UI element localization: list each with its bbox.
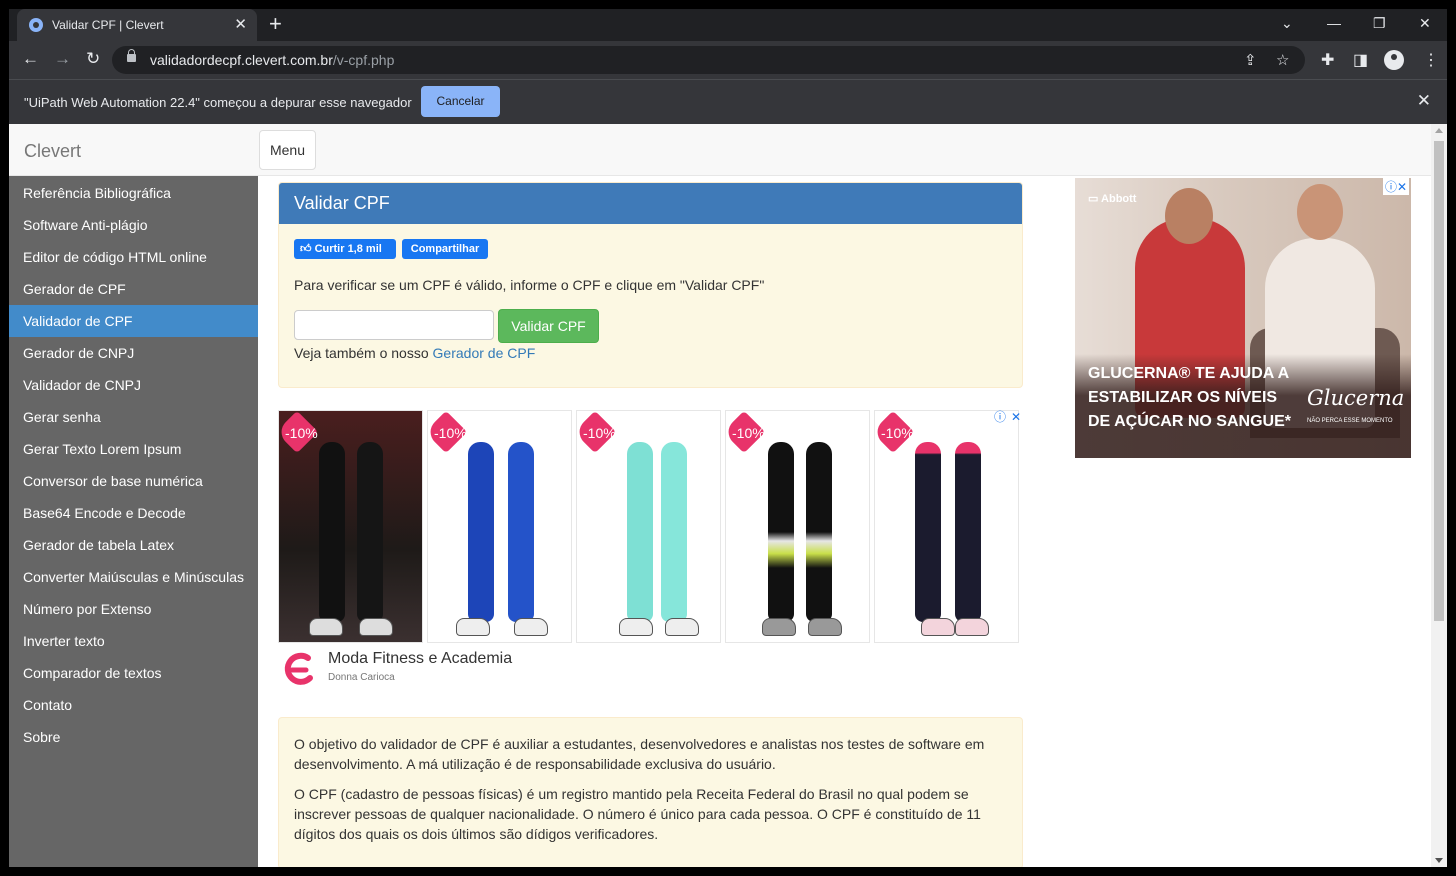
sidebar-item-sobre[interactable]: Sobre — [9, 721, 258, 753]
cpf-input[interactable] — [294, 310, 494, 340]
reload-icon[interactable]: ↻ — [86, 50, 100, 68]
sidebar-item-gerar-senha[interactable]: Gerar senha — [9, 401, 258, 433]
facebook-like-button[interactable]: 👍︎ Curtir 1,8 mil — [294, 239, 396, 259]
sidebar-item-gerar-texto-lorem-ipsum[interactable]: Gerar Texto Lorem Ipsum — [9, 433, 258, 465]
site-brand[interactable]: Clevert — [24, 141, 81, 162]
advertiser-logo-icon[interactable] — [280, 650, 318, 688]
ad-headline: GLUCERNA® TE AJUDA A ESTABILIZAR OS NÍVE… — [1088, 365, 1291, 430]
facebook-share-button[interactable]: Compartilhar — [402, 239, 488, 259]
ad-close-icon[interactable]: ✕ — [1011, 410, 1021, 424]
tab-strip: Validar CPF | Clevert ✕ + ⌄ — ❐ ✕ — [9, 9, 1447, 41]
lock-icon — [127, 49, 136, 62]
sidebar-nav: Referência Bibliográfica Software Anti-pl… — [9, 176, 258, 867]
instructions-text: Para verificar se um CPF é válido, infor… — [294, 277, 765, 293]
sidebar-item-converter-maiusculas-e-minusculas[interactable]: Converter Maiúsculas e Minúsculas — [9, 561, 258, 593]
minimize-icon[interactable]: — — [1327, 15, 1341, 31]
ad-tagline: NÃO PERCA ESSE MOMENTO — [1307, 418, 1393, 424]
ad-product-card[interactable]: -10% — [278, 410, 423, 643]
sidebar-item-gerador-de-tabela-latex[interactable]: Gerador de tabela Latex — [9, 529, 258, 561]
tab-title: Validar CPF | Clevert — [52, 18, 164, 32]
sidebar-item-contato[interactable]: Contato — [9, 689, 258, 721]
sidebar-item-referencia-bibliografica[interactable]: Referência Bibliográfica — [9, 177, 258, 209]
share-icon[interactable]: ⇪ — [1244, 51, 1257, 69]
cpf-generator-link[interactable]: Gerador de CPF — [433, 345, 536, 361]
discount-label: -10% — [881, 425, 914, 441]
window-close-icon[interactable]: ✕ — [1419, 15, 1431, 32]
tab-search-chevron-icon[interactable]: ⌄ — [1281, 15, 1293, 32]
see-also-text: Veja também o nosso Gerador de CPF — [294, 345, 536, 361]
discount-label: -10% — [285, 425, 318, 441]
discount-label: -10% — [434, 425, 467, 441]
profile-avatar-icon[interactable] — [1384, 50, 1404, 70]
tab-close-icon[interactable]: ✕ — [234, 15, 247, 33]
validate-cpf-button[interactable]: Validar CPF — [498, 309, 599, 343]
validator-panel: Validar CPF 👍︎ Curtir 1,8 mil Compartilh… — [278, 182, 1023, 388]
web-page: Clevert Menu Referência Bibliográfica Sof… — [9, 124, 1447, 867]
ad-product-card[interactable]: -10% — [725, 410, 870, 643]
panel-title: Validar CPF — [279, 183, 1022, 224]
browser-window: Validar CPF | Clevert ✕ + ⌄ — ❐ ✕ ← → ↻ … — [9, 9, 1447, 867]
sidebar-item-gerador-de-cpf[interactable]: Gerador de CPF — [9, 273, 258, 305]
more-menu-icon[interactable]: ⋮ — [1423, 50, 1439, 70]
side-panel-icon[interactable]: ◨ — [1353, 50, 1368, 70]
scroll-thumb[interactable] — [1434, 141, 1444, 621]
infobar-message: "UiPath Web Automation 22.4" começou a d… — [24, 95, 412, 110]
adchoices-icon[interactable]: ⓘ✕ — [1382, 178, 1409, 195]
scroll-down-icon[interactable] — [1435, 858, 1443, 863]
page-scrollbar[interactable] — [1431, 124, 1447, 867]
about-panel: O objetivo do validador de CPF é auxilia… — [278, 717, 1023, 867]
site-favicon-icon — [29, 18, 43, 32]
back-icon[interactable]: ← — [22, 50, 39, 68]
sidebar-item-validador-de-cnpj[interactable]: Validador de CNPJ — [9, 369, 258, 401]
sidebar-item-editor-de-codigo-html-online[interactable]: Editor de código HTML online — [9, 241, 258, 273]
bookmark-star-icon[interactable]: ☆ — [1276, 51, 1289, 69]
sidebar-item-numero-por-extenso[interactable]: Número por Extenso — [9, 593, 258, 625]
address-bar[interactable]: validadordecpf.clevert.com.br/v-cpf.php … — [112, 46, 1305, 74]
product-ad-strip[interactable]: -10% -10% -10% -10% -10% ⓘ ✕ — [278, 410, 1023, 644]
sidebar-item-inverter-texto[interactable]: Inverter texto — [9, 625, 258, 657]
advertiser-name[interactable]: Moda Fitness e Academia — [328, 650, 512, 668]
sidebar-item-validador-de-cpf[interactable]: Validador de CPF — [9, 305, 258, 337]
forward-icon[interactable]: → — [54, 50, 71, 68]
scroll-up-icon[interactable] — [1435, 128, 1443, 133]
menu-button[interactable]: Menu — [259, 130, 316, 170]
ad-product-card[interactable]: -10% — [874, 410, 1019, 643]
discount-label: -10% — [583, 425, 616, 441]
extensions-puzzle-icon[interactable]: ✚ — [1321, 50, 1334, 70]
sidebar-item-base64-encode-e-decode[interactable]: Base64 Encode e Decode — [9, 497, 258, 529]
sidebar-item-comparador-de-textos[interactable]: Comparador de textos — [9, 657, 258, 689]
about-paragraph: O CPF (cadastro de pessoas físicas) é um… — [294, 786, 981, 842]
ad-product-card[interactable]: -10% — [427, 410, 572, 643]
ad-info-icon[interactable]: ⓘ — [994, 408, 1006, 425]
browser-toolbar: ← → ↻ validadordecpf.clevert.com.br/v-cp… — [9, 41, 1447, 79]
main-content: Validar CPF 👍︎ Curtir 1,8 mil Compartilh… — [258, 176, 1431, 867]
advertiser-subtitle: Donna Carioca — [328, 672, 395, 683]
url-text: validadordecpf.clevert.com.br/v-cpf.php — [150, 52, 395, 68]
glucerna-logo: Glucerna — [1307, 386, 1405, 410]
sidebar-item-conversor-de-base-numerica[interactable]: Conversor de base numérica — [9, 465, 258, 497]
debug-infobar: "UiPath Web Automation 22.4" começou a d… — [9, 79, 1447, 124]
infobar-close-icon[interactable]: ✕ — [1417, 91, 1431, 111]
side-banner-ad[interactable]: ▭ Abbott GLUCERNA® TE AJUDA A ESTABILIZA… — [1075, 178, 1411, 458]
about-paragraph: O objetivo do validador de CPF é auxilia… — [294, 736, 985, 772]
cancel-debug-button[interactable]: Cancelar — [421, 86, 500, 117]
sidebar-item-gerador-de-cnpj[interactable]: Gerador de CNPJ — [9, 337, 258, 369]
discount-label: -10% — [732, 425, 765, 441]
new-tab-icon[interactable]: + — [269, 13, 282, 35]
browser-tab[interactable]: Validar CPF | Clevert ✕ — [17, 9, 257, 41]
ad-product-card[interactable]: -10% — [576, 410, 721, 643]
abbott-logo: ▭ Abbott — [1088, 193, 1137, 205]
thumbs-up-icon: 👍︎ — [300, 243, 315, 255]
site-navbar: Clevert Menu — [9, 124, 1431, 176]
sidebar-item-software-anti-plagio[interactable]: Software Anti-plágio — [9, 209, 258, 241]
restore-icon[interactable]: ❐ — [1373, 15, 1386, 32]
